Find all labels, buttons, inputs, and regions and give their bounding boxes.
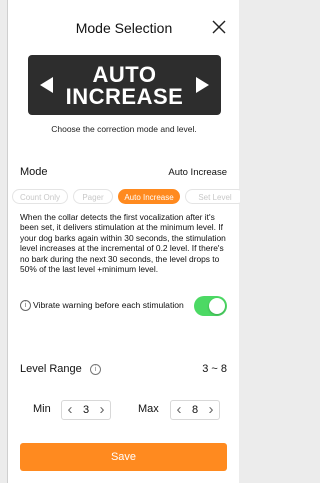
min-decrement-button[interactable]: ‹ — [62, 401, 78, 419]
triangle-left-icon[interactable] — [40, 77, 54, 93]
min-stepper: ‹ 3 › — [61, 400, 111, 420]
max-stepper: ‹ 8 › — [170, 400, 220, 420]
max-increment-button[interactable]: › — [203, 401, 219, 419]
info-icon[interactable]: i — [90, 364, 101, 375]
header: Mode Selection — [8, 14, 240, 44]
vibrate-toggle[interactable] — [194, 296, 227, 316]
close-icon[interactable] — [210, 18, 228, 36]
mode-hint: Choose the correction mode and level. — [51, 124, 197, 134]
min-value[interactable]: 3 — [78, 404, 94, 416]
toggle-knob — [209, 298, 225, 314]
mode-label: Mode — [20, 166, 48, 178]
mode-value: Auto Increase — [168, 167, 227, 178]
mode-chips: Count Only Pager Auto Increase Set Level — [12, 189, 240, 204]
mode-row: Mode Auto Increase — [20, 166, 227, 180]
triangle-right-icon[interactable] — [195, 77, 209, 93]
chip-pager[interactable]: Pager — [73, 189, 113, 204]
mode-selection-sheet: Mode Selection AUTO INCREASE Choose the … — [7, 0, 240, 483]
vibrate-label: Vibrate warning before each stimulation — [33, 300, 184, 310]
max-label: Max — [138, 403, 159, 415]
info-icon[interactable]: i — [20, 300, 31, 311]
level-range-row: Level Range i 3 ~ 8 — [20, 363, 227, 379]
level-range-value: 3 ~ 8 — [202, 363, 227, 375]
min-increment-button[interactable]: › — [94, 401, 110, 419]
level-steppers: Min ‹ 3 › Max ‹ 8 › — [8, 400, 240, 420]
vibrate-row: i Vibrate warning before each stimulatio… — [20, 296, 227, 316]
chip-count-only[interactable]: Count Only — [12, 189, 68, 204]
current-mode-text: AUTO INCREASE — [65, 62, 184, 109]
page-title: Mode Selection — [75, 20, 173, 36]
min-label: Min — [33, 403, 51, 415]
mode-banner: AUTO INCREASE — [28, 55, 221, 115]
max-decrement-button[interactable]: ‹ — [171, 401, 187, 419]
max-value[interactable]: 8 — [187, 404, 203, 416]
save-button[interactable]: Save — [20, 443, 227, 471]
chip-set-level[interactable]: Set Level — [185, 189, 240, 204]
mode-description: When the collar detects the first vocali… — [20, 212, 226, 275]
level-range-label: Level Range — [20, 363, 82, 375]
chip-auto-increase[interactable]: Auto Increase — [118, 189, 180, 204]
